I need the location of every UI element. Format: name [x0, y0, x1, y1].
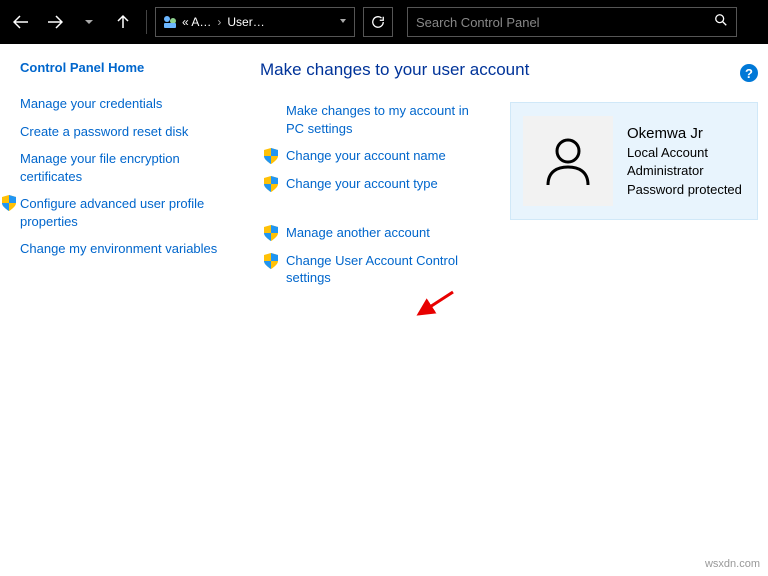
sidebar-item-password-reset[interactable]: Create a password reset disk	[20, 123, 230, 141]
title-bar: « A… › User…	[0, 0, 768, 44]
shield-icon	[264, 176, 278, 192]
shield-icon	[264, 253, 278, 269]
chevron-right-icon: ›	[217, 15, 221, 29]
breadcrumb-part-1[interactable]: « A…	[182, 15, 211, 29]
page-title: Make changes to your user account	[260, 60, 758, 80]
actions-list: Make changes to my account in PC setting…	[260, 102, 490, 297]
user-password-status: Password protected	[627, 181, 742, 199]
sidebar-item-file-encryption[interactable]: Manage your file encryption certificates	[20, 150, 230, 185]
action-label: Change your account name	[286, 147, 446, 165]
watermark: wsxdn.com	[705, 558, 760, 570]
action-label: Change User Account Control settings	[286, 252, 490, 287]
search-input[interactable]	[416, 15, 714, 30]
user-account-tile[interactable]: Okemwa Jr Local Account Administrator Pa…	[510, 102, 758, 220]
up-button[interactable]	[108, 7, 138, 37]
shield-icon	[264, 148, 278, 164]
refresh-button[interactable]	[363, 7, 393, 37]
separator	[146, 10, 147, 34]
search-box[interactable]	[407, 7, 737, 37]
back-button[interactable]	[6, 7, 36, 37]
user-accounts-icon	[162, 14, 178, 30]
sidebar-item-credentials[interactable]: Manage your credentials	[20, 95, 230, 113]
action-manage-another[interactable]: Manage another account	[260, 224, 490, 242]
action-change-name[interactable]: Change your account name	[260, 147, 490, 165]
sidebar-item-env-variables[interactable]: Change my environment variables	[20, 240, 230, 258]
chevron-down-icon[interactable]	[338, 15, 348, 29]
user-name: Okemwa Jr	[627, 123, 742, 144]
recent-dropdown[interactable]	[74, 7, 104, 37]
help-icon[interactable]: ?	[740, 64, 758, 82]
action-uac-settings[interactable]: Change User Account Control settings	[260, 252, 490, 287]
action-change-type[interactable]: Change your account type	[260, 175, 490, 193]
user-role: Administrator	[627, 162, 742, 180]
shield-icon	[264, 225, 278, 241]
user-info: Okemwa Jr Local Account Administrator Pa…	[627, 123, 742, 199]
user-account-type: Local Account	[627, 144, 742, 162]
shield-icon	[2, 195, 16, 211]
breadcrumb-part-2[interactable]: User…	[227, 15, 264, 29]
main-panel: Make changes to your user account Make c…	[230, 60, 758, 297]
control-panel-home-link[interactable]: Control Panel Home	[20, 60, 230, 75]
forward-button[interactable]	[40, 7, 70, 37]
action-pc-settings[interactable]: Make changes to my account in PC setting…	[260, 102, 490, 137]
action-label: Manage another account	[286, 224, 430, 242]
sidebar-item-label: Configure advanced user profile properti…	[20, 195, 230, 230]
search-icon[interactable]	[714, 13, 728, 32]
action-label: Change your account type	[286, 175, 438, 193]
content-area: ? Control Panel Home Manage your credent…	[0, 44, 768, 307]
user-avatar	[523, 116, 613, 206]
sidebar: Control Panel Home Manage your credentia…	[20, 60, 230, 297]
address-bar[interactable]: « A… › User…	[155, 7, 355, 37]
sidebar-item-advanced-profile[interactable]: Configure advanced user profile properti…	[2, 195, 230, 230]
